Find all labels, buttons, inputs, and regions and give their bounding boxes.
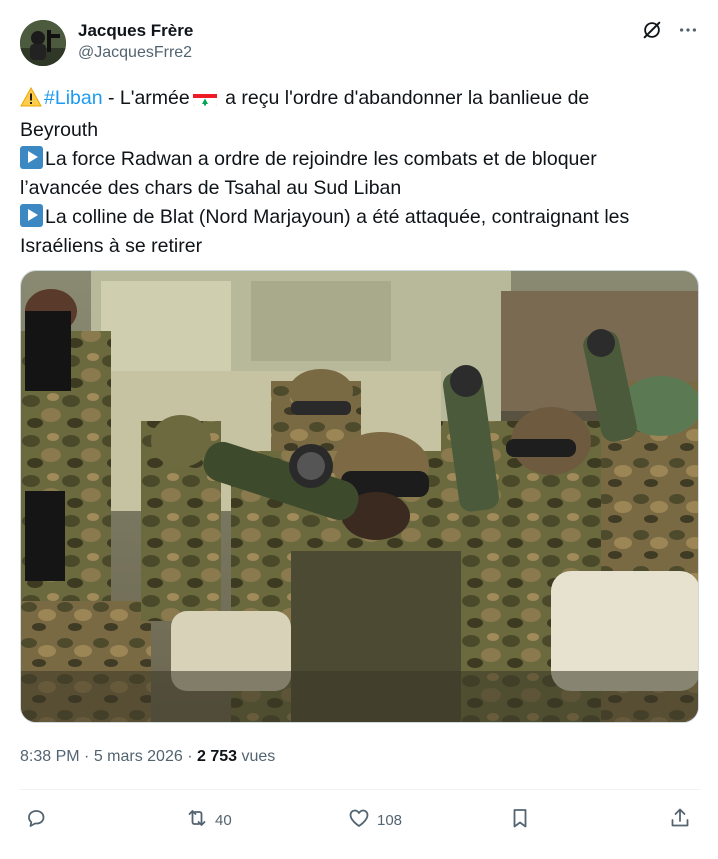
tweet-text-segment: La colline de Blat (Nord Marjayoun) a ét… bbox=[45, 206, 630, 228]
avatar[interactable] bbox=[20, 20, 66, 66]
tweet-media-photo[interactable] bbox=[20, 270, 699, 723]
tweet-text-segment: La force Radwan a ordre de rejoindre les… bbox=[45, 148, 597, 170]
repost-icon bbox=[185, 806, 209, 834]
display-name[interactable]: Jacques Frère bbox=[78, 20, 193, 42]
tweet-line-3: La force Radwan a ordre de rejoindre les… bbox=[20, 145, 700, 174]
grok-icon[interactable] bbox=[640, 18, 664, 42]
repost-count: 40 bbox=[215, 811, 232, 829]
tweet-text: #Liban - L'armée a reçu l'ordre d'abando… bbox=[20, 84, 700, 261]
hashtag-liban[interactable]: #Liban bbox=[44, 87, 103, 109]
heart-icon bbox=[347, 806, 371, 834]
tweet-line-6: Israéliens à se retirer bbox=[20, 235, 203, 257]
tweet-line-4: l’avancée des chars de Tsahal au Sud Lib… bbox=[20, 177, 402, 199]
tweet-text-segment: a reçu l'ordre d'abandonner la banlieue … bbox=[219, 87, 590, 109]
play-icon bbox=[20, 146, 43, 169]
tweet-meta: 8:38 PM · 5 mars 2026 · 2 753 vues bbox=[20, 746, 275, 768]
tweet-text-segment: - L'armée bbox=[102, 87, 190, 109]
views-label: vues bbox=[237, 748, 276, 765]
views-count[interactable]: 2 753 bbox=[197, 748, 237, 765]
play-icon bbox=[20, 204, 43, 227]
repost-button[interactable]: 40 bbox=[185, 806, 232, 834]
reply-icon bbox=[24, 806, 48, 834]
tweet-line-2: Beyrouth bbox=[20, 119, 99, 141]
divider bbox=[20, 789, 700, 790]
tweet-header: Jacques Frère @JacquesFrre2 bbox=[20, 16, 700, 68]
tweet-time[interactable]: 8:38 PM bbox=[20, 748, 80, 765]
share-icon bbox=[668, 806, 692, 834]
share-button[interactable] bbox=[668, 806, 692, 834]
handle[interactable]: @JacquesFrre2 bbox=[78, 42, 193, 64]
like-count: 108 bbox=[377, 811, 403, 829]
meta-separator: · bbox=[182, 748, 197, 765]
more-icon[interactable] bbox=[676, 18, 700, 42]
tweet-line-1: #Liban - L'armée a reçu l'ordre d'abando… bbox=[20, 84, 700, 116]
reply-button[interactable] bbox=[24, 806, 48, 834]
tweet-line-5: La colline de Blat (Nord Marjayoun) a ét… bbox=[20, 203, 700, 232]
bookmark-icon bbox=[508, 806, 532, 834]
meta-separator: · bbox=[79, 748, 94, 765]
warning-icon bbox=[20, 86, 42, 116]
action-bar: 40 108 bbox=[20, 806, 700, 832]
tweet-date[interactable]: 5 mars 2026 bbox=[94, 748, 183, 765]
bookmark-button[interactable] bbox=[508, 806, 532, 834]
like-button[interactable]: 108 bbox=[347, 806, 402, 834]
lebanon-flag-icon bbox=[192, 90, 217, 106]
